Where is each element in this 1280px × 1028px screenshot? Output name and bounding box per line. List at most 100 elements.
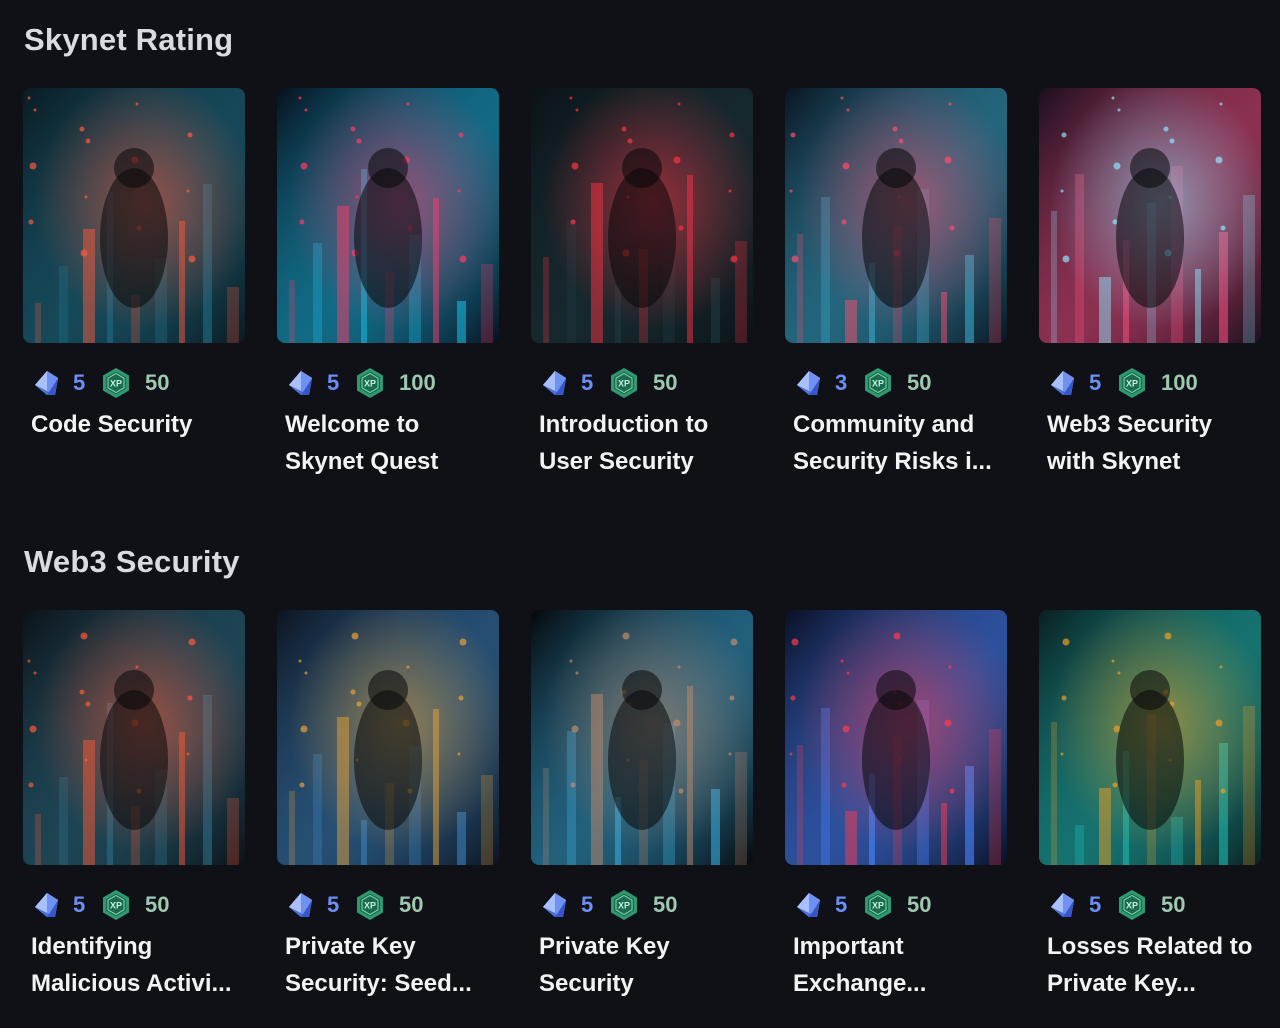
xp-count: 50 — [907, 370, 932, 395]
thumbnail-art — [277, 88, 499, 343]
svg-text:XP: XP — [872, 379, 884, 389]
quest-card[interactable]: 5 XP 50 Introduction to User Security — [531, 88, 753, 475]
xp-count: 50 — [145, 370, 170, 395]
quest-card[interactable]: 5 XP 50 Identifying Malicious Activi... — [23, 610, 245, 997]
quest-title[interactable]: Important Exchange... — [793, 928, 1007, 1002]
gem-icon — [1047, 890, 1077, 920]
quest-thumbnail[interactable] — [785, 88, 1007, 343]
xp-badge-icon: XP — [349, 367, 385, 399]
gem-count: 5 — [581, 370, 594, 395]
gem-count: 5 — [1089, 370, 1102, 395]
xp-count: 100 — [1161, 370, 1198, 395]
svg-text:XP: XP — [110, 379, 122, 389]
quest-rewards: 5 XP 50 — [285, 890, 423, 920]
gem-count: 5 — [327, 892, 340, 917]
thumbnail-art — [531, 88, 753, 343]
quest-title[interactable]: Private Key Security: Seed... — [285, 928, 499, 1002]
xp-badge-icon: XP — [603, 367, 639, 399]
xp-count: 100 — [399, 370, 436, 395]
svg-text:XP: XP — [110, 901, 122, 911]
xp-badge-icon: XP — [1111, 889, 1147, 921]
quest-rewards: 5 XP 50 — [31, 368, 169, 398]
quest-thumbnail[interactable] — [531, 610, 753, 865]
gem-count: 5 — [581, 892, 594, 917]
xp-badge-icon: XP — [857, 889, 893, 921]
gem-icon — [31, 368, 61, 398]
thumbnail-art — [1039, 610, 1261, 865]
quest-title[interactable]: Private Key Security — [539, 928, 753, 1002]
quest-card[interactable]: 5 XP 50 Private Key Security — [531, 610, 753, 997]
xp-count: 50 — [907, 892, 932, 917]
quest-rewards: 5 XP 50 — [1047, 890, 1185, 920]
gem-count: 5 — [73, 892, 86, 917]
quest-rewards: 5 XP 50 — [539, 890, 677, 920]
xp-badge-icon: XP — [349, 889, 385, 921]
xp-badge-icon: XP — [603, 889, 639, 921]
quest-title[interactable]: Code Security — [31, 406, 245, 443]
gem-icon — [793, 890, 823, 920]
gem-icon — [31, 890, 61, 920]
quest-thumbnail[interactable] — [23, 88, 245, 343]
quest-rewards: 5 XP 50 — [793, 890, 931, 920]
quest-thumbnail[interactable] — [1039, 610, 1261, 865]
svg-text:XP: XP — [364, 901, 376, 911]
svg-text:XP: XP — [364, 379, 376, 389]
quest-title[interactable]: Web3 Security with Skynet — [1047, 406, 1261, 480]
thumbnail-art — [785, 88, 1007, 343]
svg-text:XP: XP — [1126, 901, 1138, 911]
section-title: Skynet Rating — [24, 22, 234, 57]
gem-count: 3 — [835, 370, 848, 395]
quest-card[interactable]: 5 XP 50 Losses Related to Private Key... — [1039, 610, 1261, 997]
quest-rewards: 5 XP 50 — [31, 890, 169, 920]
quest-thumbnail[interactable] — [785, 610, 1007, 865]
gem-icon — [285, 890, 315, 920]
xp-badge-icon: XP — [857, 367, 893, 399]
gem-icon — [793, 368, 823, 398]
quest-title[interactable]: Identifying Malicious Activi... — [31, 928, 245, 1002]
thumbnail-art — [785, 610, 1007, 865]
gem-count: 5 — [835, 892, 848, 917]
quest-card[interactable]: 5 XP 50 Important Exchange... — [785, 610, 1007, 997]
gem-icon — [285, 368, 315, 398]
gem-count: 5 — [1089, 892, 1102, 917]
thumbnail-art — [277, 610, 499, 865]
quest-title[interactable]: Welcome to Skynet Quest — [285, 406, 499, 480]
svg-text:XP: XP — [1126, 379, 1138, 389]
thumbnail-art — [531, 610, 753, 865]
gem-count: 5 — [73, 370, 86, 395]
quest-card[interactable]: 5 XP 50 Private Key Security: Seed... — [277, 610, 499, 997]
thumbnail-art — [23, 88, 245, 343]
quest-title[interactable]: Losses Related to Private Key... — [1047, 928, 1261, 1002]
quest-rewards: 3 XP 50 — [793, 368, 931, 398]
xp-count: 50 — [653, 892, 678, 917]
svg-text:XP: XP — [618, 379, 630, 389]
quest-card[interactable]: 5 XP 50 Code Security — [23, 88, 245, 438]
quest-rewards: 5 XP 100 — [1047, 368, 1198, 398]
quest-card[interactable]: 5 XP 100 Web3 Security with Skynet — [1039, 88, 1261, 475]
quest-rewards: 5 XP 50 — [539, 368, 677, 398]
svg-text:XP: XP — [618, 901, 630, 911]
quest-thumbnail[interactable] — [277, 610, 499, 865]
quest-thumbnail[interactable] — [531, 88, 753, 343]
xp-count: 50 — [145, 892, 170, 917]
xp-count: 50 — [653, 370, 678, 395]
xp-badge-icon: XP — [1111, 367, 1147, 399]
thumbnail-art — [23, 610, 245, 865]
xp-count: 50 — [1161, 892, 1186, 917]
quest-title[interactable]: Community and Security Risks i... — [793, 406, 1007, 480]
thumbnail-art — [1039, 88, 1261, 343]
gem-icon — [539, 368, 569, 398]
gem-icon — [1047, 368, 1077, 398]
xp-count: 50 — [399, 892, 424, 917]
xp-badge-icon: XP — [95, 889, 131, 921]
xp-badge-icon: XP — [95, 367, 131, 399]
quest-card[interactable]: 3 XP 50 Community and Security Risks i... — [785, 88, 1007, 475]
quest-title[interactable]: Introduction to User Security — [539, 406, 753, 480]
svg-text:XP: XP — [872, 901, 884, 911]
quest-thumbnail[interactable] — [277, 88, 499, 343]
quest-card[interactable]: 5 XP 100 Welcome to Skynet Quest — [277, 88, 499, 475]
gem-icon — [539, 890, 569, 920]
quest-thumbnail[interactable] — [23, 610, 245, 865]
quest-rewards: 5 XP 100 — [285, 368, 436, 398]
quest-thumbnail[interactable] — [1039, 88, 1261, 343]
